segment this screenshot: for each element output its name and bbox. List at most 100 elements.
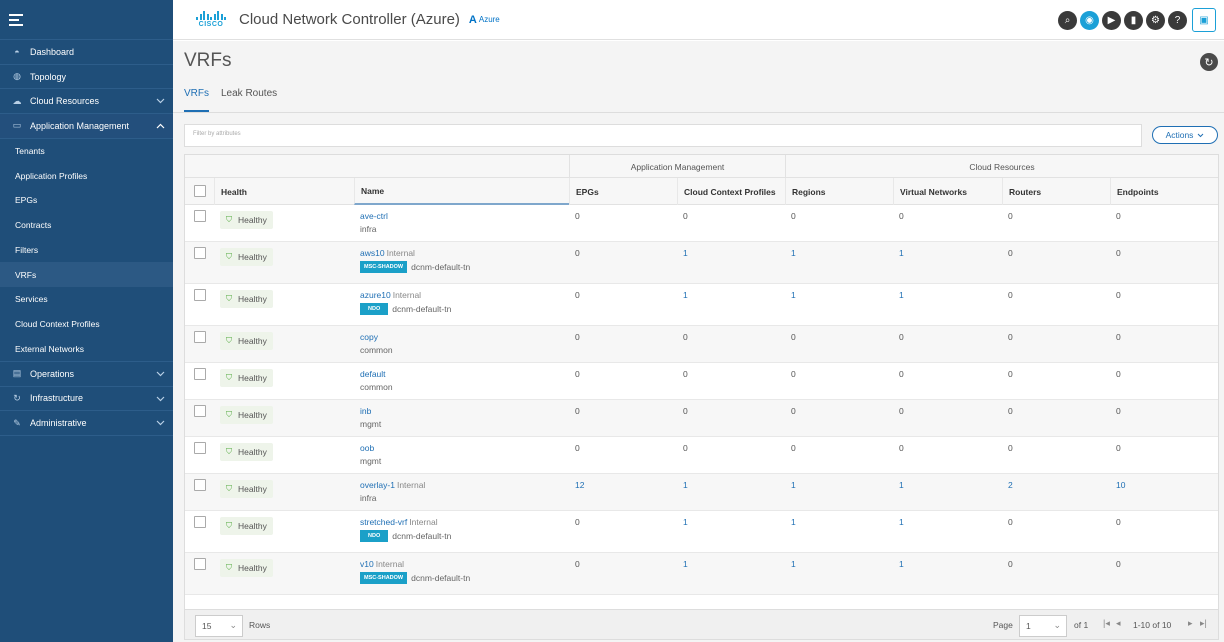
sidebar-item-infrastructure[interactable]: ↻ Infrastructure (0, 387, 173, 412)
column-health[interactable]: Health (214, 178, 354, 205)
row-checkbox[interactable] (194, 210, 206, 222)
last-page-icon[interactable]: ▸| (1200, 618, 1207, 629)
select-all-checkbox[interactable] (194, 185, 206, 197)
shield-icon: ⛉ (226, 410, 232, 419)
search-icon[interactable]: ⌕ (1058, 10, 1077, 30)
vrf-name-link[interactable]: azure10 (360, 290, 391, 300)
row-checkbox[interactable] (194, 558, 206, 570)
sidebar-subitem-application-profiles[interactable]: Application Profiles (0, 163, 173, 188)
tab-leak-routes[interactable]: Leak Routes (221, 88, 277, 112)
tab-vrfs[interactable]: VRFs (184, 88, 209, 112)
table-row[interactable]: ⛉ Healthy inb mgmt 0 0 0 0 0 0 (185, 400, 1218, 437)
cell-cloud-context-profiles[interactable]: 1 (683, 248, 688, 258)
vrf-name-link[interactable]: oob (360, 443, 374, 453)
gear-icon[interactable]: ⚙ (1146, 10, 1165, 30)
table-row[interactable]: ⛉ Healthy aws10 Internal MSC-SHADOW dcnm-defa… (185, 242, 1218, 284)
cell-regions[interactable]: 1 (791, 480, 796, 490)
sidebar-subitem-cloud-context-profiles[interactable]: Cloud Context Profiles (0, 312, 173, 337)
vrf-name-link[interactable]: copy (360, 332, 378, 342)
vrf-name-link[interactable]: stretched-vrf (360, 517, 407, 527)
sidebar-item-cloud-resources[interactable]: ☁ Cloud Resources (0, 89, 173, 115)
row-checkbox[interactable] (194, 516, 206, 528)
sidebar-subitem-services[interactable]: Services (0, 287, 173, 312)
table-row[interactable]: ⛉ Healthy stretched-vrf Internal NDO dcnm-def… (185, 511, 1218, 553)
prev-page-icon[interactable]: ◂ (1116, 618, 1121, 629)
cell-regions[interactable]: 1 (791, 290, 796, 300)
column-endpoints[interactable]: Endpoints (1110, 178, 1218, 205)
actions-button[interactable]: Actions (1152, 126, 1218, 144)
cell-routers[interactable]: 2 (1008, 480, 1013, 490)
cell-endpoints[interactable]: 10 (1116, 480, 1125, 490)
table-row[interactable]: ⛉ Healthy default common 0 0 0 0 0 0 (185, 363, 1218, 400)
page-select[interactable]: 1 ⌄ (1019, 615, 1067, 637)
cell-virtual-networks: 0 (899, 443, 904, 453)
table-row[interactable]: ⛉ Healthy v10 Internal MSC-SHADOW dcnm-defaul… (185, 553, 1218, 595)
row-checkbox[interactable] (194, 405, 206, 417)
sidebar-subitem-tenants[interactable]: Tenants (0, 139, 173, 164)
bookmark-icon[interactable]: ▮ (1124, 10, 1143, 30)
cell-cloud-context-profiles[interactable]: 1 (683, 480, 688, 490)
vrf-name-link[interactable]: aws10 (360, 248, 385, 258)
sidebar-item-application-management[interactable]: ▭ Application Management (0, 114, 173, 139)
cell-regions[interactable]: 1 (791, 559, 796, 569)
cell-endpoints: 0 (1116, 211, 1121, 221)
table-row[interactable]: ⛉ Healthy copy common 0 0 0 0 0 0 (185, 326, 1218, 363)
vrf-name-link[interactable]: ave-ctrl (360, 211, 388, 221)
cell-virtual-networks[interactable]: 1 (899, 480, 904, 490)
cell-epgs[interactable]: 12 (575, 480, 584, 490)
cell-virtual-networks[interactable]: 1 (899, 290, 904, 300)
column-epgs[interactable]: EPGs (569, 178, 677, 205)
cell-regions[interactable]: 1 (791, 248, 796, 258)
sidebar-subitem-external-networks[interactable]: External Networks (0, 336, 173, 361)
user-monitor-icon[interactable]: ▣ (1192, 8, 1216, 32)
menu-icon[interactable] (9, 13, 23, 26)
cell-routers: 0 (1008, 559, 1013, 569)
sidebar-item-topology[interactable]: ◍ Topology (0, 65, 173, 90)
column-cloud-context-profiles[interactable]: Cloud Context Profiles (677, 178, 785, 205)
video-icon[interactable]: ▶ (1102, 10, 1121, 30)
sidebar-subitem-contracts[interactable]: Contracts (0, 213, 173, 238)
cell-regions[interactable]: 1 (791, 517, 796, 527)
cell-cloud-context-profiles: 0 (683, 369, 688, 379)
vrf-name-link[interactable]: inb (360, 406, 371, 416)
column-virtual-networks[interactable]: Virtual Networks (893, 178, 1002, 205)
column-name[interactable]: Name (354, 178, 569, 205)
row-checkbox[interactable] (194, 442, 206, 454)
row-checkbox[interactable] (194, 247, 206, 259)
table-row[interactable]: ⛉ Healthy overlay-1 Internal infra 12 1 1 1 2 10 (185, 474, 1218, 511)
help-icon[interactable]: ? (1168, 10, 1187, 30)
row-checkbox[interactable] (194, 331, 206, 343)
header-toolbar: ⌕ ◉ ▶ ▮ ⚙ ? ▣ (1058, 8, 1216, 32)
filter-input[interactable]: Filter by attributes (184, 124, 1142, 147)
internal-tag: Internal (375, 559, 405, 569)
cell-virtual-networks[interactable]: 1 (899, 248, 904, 258)
column-routers[interactable]: Routers (1002, 178, 1110, 205)
row-checkbox[interactable] (194, 479, 206, 491)
next-page-icon[interactable]: ▸ (1188, 618, 1193, 629)
vrf-name-link[interactable]: v10 (360, 559, 374, 569)
row-checkbox[interactable] (194, 368, 206, 380)
sidebar-item-operations[interactable]: ▤ Operations (0, 362, 173, 387)
tenant-label: dcnm-default-tn (411, 262, 471, 272)
cell-cloud-context-profiles[interactable]: 1 (683, 517, 688, 527)
rows-per-page-select[interactable]: 15 ⌄ (195, 615, 243, 637)
cell-virtual-networks[interactable]: 1 (899, 559, 904, 569)
cell-cloud-context-profiles[interactable]: 1 (683, 290, 688, 300)
first-page-icon[interactable]: |◂ (1103, 618, 1110, 629)
vrf-name-link[interactable]: default (360, 369, 386, 379)
sidebar-item-administrative[interactable]: ✎ Administrative (0, 411, 173, 436)
row-checkbox[interactable] (194, 289, 206, 301)
cell-virtual-networks[interactable]: 1 (899, 517, 904, 527)
table-row[interactable]: ⛉ Healthy ave-ctrl infra 0 0 0 0 0 0 (185, 205, 1218, 242)
vrf-name-link[interactable]: overlay-1 (360, 480, 395, 490)
column-regions[interactable]: Regions (785, 178, 893, 205)
sidebar-item-dashboard[interactable]: ◓ Dashboard (0, 40, 173, 65)
assistant-icon[interactable]: ◉ (1080, 10, 1099, 30)
refresh-icon[interactable]: ↻ (1200, 53, 1218, 71)
sidebar-subitem-vrfs[interactable]: VRFs (0, 262, 173, 287)
table-row[interactable]: ⛉ Healthy oob mgmt 0 0 0 0 0 0 (185, 437, 1218, 474)
sidebar-subitem-epgs[interactable]: EPGs (0, 188, 173, 213)
cell-cloud-context-profiles[interactable]: 1 (683, 559, 688, 569)
table-row[interactable]: ⛉ Healthy azure10 Internal NDO dcnm-default-t… (185, 284, 1218, 326)
sidebar-subitem-filters[interactable]: Filters (0, 238, 173, 263)
